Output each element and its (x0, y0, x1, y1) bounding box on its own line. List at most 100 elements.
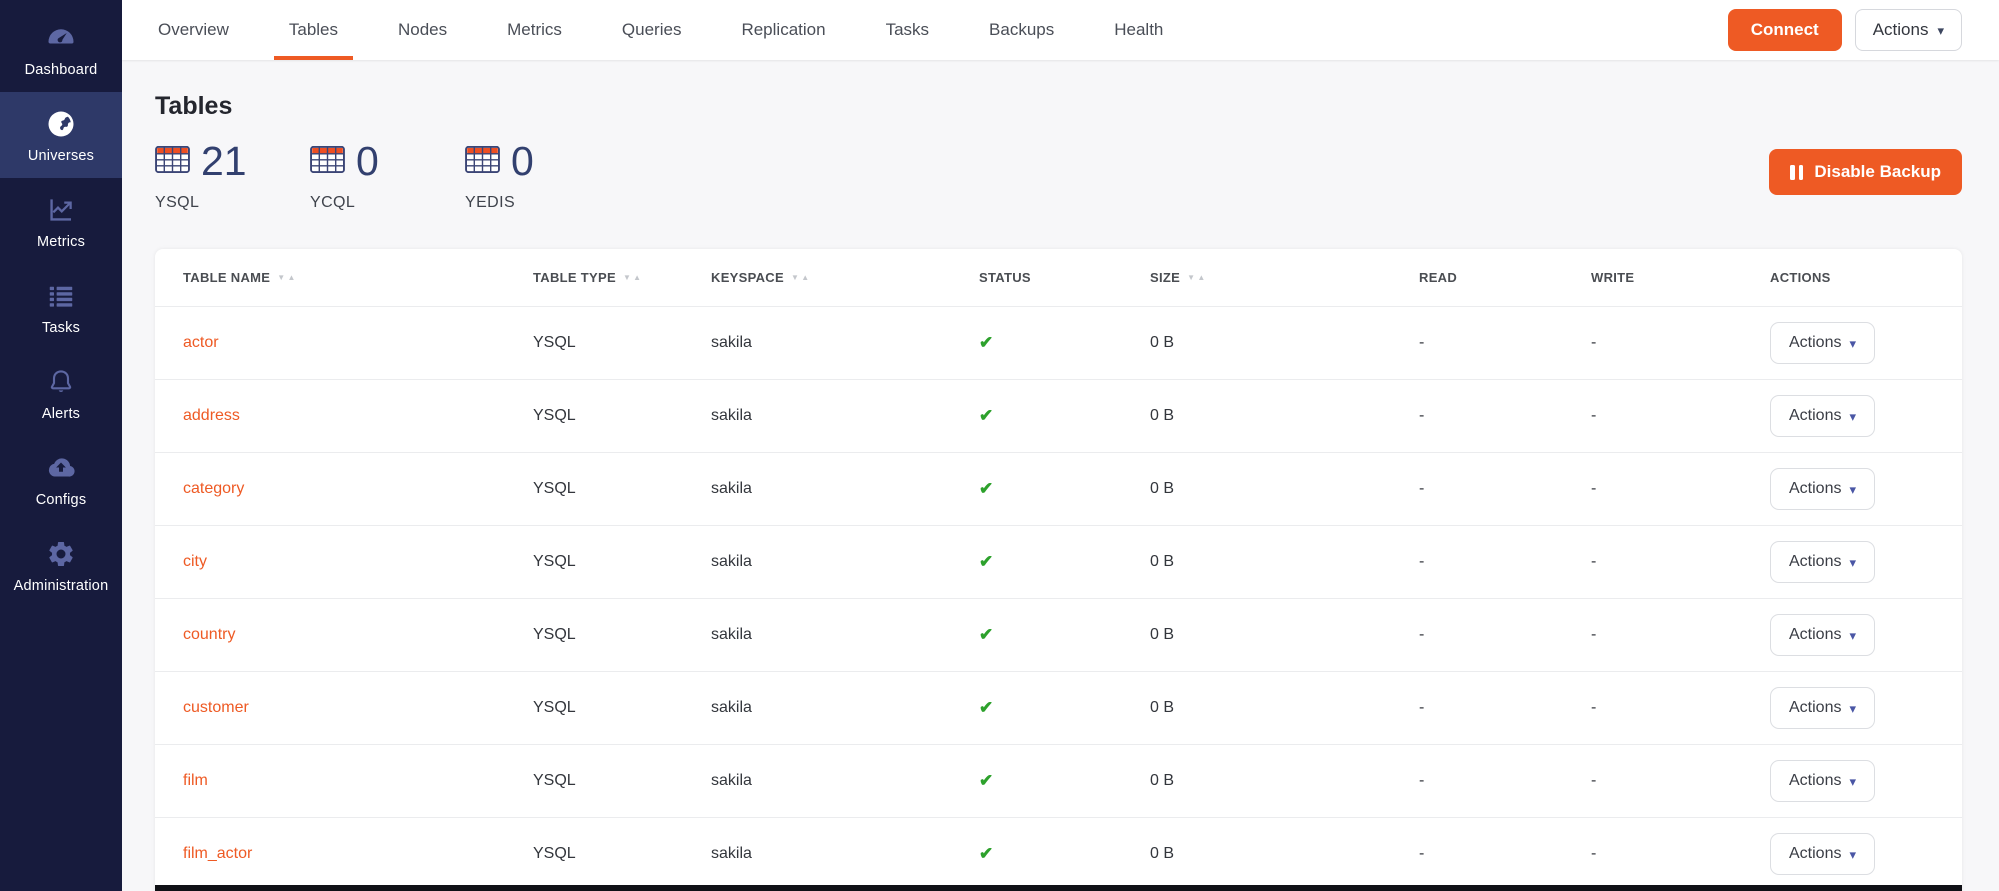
tab-tables[interactable]: Tables (286, 0, 341, 60)
size-cell: 0 B (1150, 626, 1419, 644)
table-name-link[interactable]: address (183, 407, 533, 425)
read-cell: - (1419, 407, 1591, 425)
caret-down-icon: ▾ (1849, 410, 1856, 423)
keyspace-cell: sakila (711, 480, 979, 498)
keyspace-cell: sakila (711, 845, 979, 863)
row-actions-button[interactable]: Actions ▾ (1770, 687, 1875, 729)
sidebar-item-tasks[interactable]: Tasks (0, 264, 122, 350)
sidebar-item-configs[interactable]: Configs (0, 436, 122, 522)
tab-tasks[interactable]: Tasks (883, 0, 932, 60)
row-actions-button[interactable]: Actions ▾ (1770, 760, 1875, 802)
keyspace-cell: sakila (711, 772, 979, 790)
universe-actions-label: Actions (1873, 20, 1929, 40)
stat-ycql: 0 YCQL (310, 141, 465, 212)
sidebar: Dashboard Universes Metrics Tasks Alerts… (0, 0, 122, 891)
row-actions-button[interactable]: Actions ▾ (1770, 468, 1875, 510)
caret-down-icon: ▾ (1849, 629, 1856, 642)
row-actions-button[interactable]: Actions ▾ (1770, 833, 1875, 875)
status-cell: ✔ (979, 479, 1150, 499)
column-header-label[interactable]: TABLE TYPE (533, 270, 616, 285)
row-actions-button[interactable]: Actions ▾ (1770, 395, 1875, 437)
tab-metrics[interactable]: Metrics (504, 0, 565, 60)
sidebar-item-administration[interactable]: Administration (0, 522, 122, 608)
column-header-label[interactable]: KEYSPACE (711, 270, 784, 285)
tab-backups[interactable]: Backups (986, 0, 1057, 60)
check-icon: ✔ (979, 552, 993, 571)
pause-icon (1790, 165, 1803, 180)
actions-cell: Actions ▾ (1770, 322, 1934, 364)
sidebar-item-label: Alerts (42, 406, 80, 422)
check-icon: ✔ (979, 625, 993, 644)
tables-page: Tables 21 YSQL 0 YCQL 0 YEDIS Disable Ba… (122, 60, 1999, 891)
status-cell: ✔ (979, 771, 1150, 791)
check-icon: ✔ (979, 771, 993, 790)
check-icon: ✔ (979, 698, 993, 717)
tab-overview[interactable]: Overview (155, 0, 232, 60)
column-header-label[interactable]: STATUS (979, 270, 1031, 285)
table-type-cell: YSQL (533, 553, 711, 571)
table-row: city YSQL sakila ✔ 0 B - - Actions ▾ (155, 525, 1962, 598)
status-cell: ✔ (979, 698, 1150, 718)
actions-cell: Actions ▾ (1770, 833, 1934, 875)
table-name-link[interactable]: film_actor (183, 845, 533, 863)
disable-backup-button[interactable]: Disable Backup (1769, 149, 1962, 195)
row-actions-button[interactable]: Actions ▾ (1770, 614, 1875, 656)
tab-queries[interactable]: Queries (619, 0, 685, 60)
sidebar-item-alerts[interactable]: Alerts (0, 350, 122, 436)
sidebar-item-dashboard[interactable]: Dashboard (0, 6, 122, 92)
sort-arrows-icon[interactable]: ▼▲ (623, 274, 641, 282)
size-cell: 0 B (1150, 407, 1419, 425)
connect-button[interactable]: Connect (1728, 9, 1842, 51)
tab-health[interactable]: Health (1111, 0, 1166, 60)
top-navigation: Overview Tables Nodes Metrics Queries Replica… (122, 0, 1999, 60)
size-cell: 0 B (1150, 334, 1419, 352)
bell-icon (45, 366, 77, 398)
size-cell: 0 B (1150, 772, 1419, 790)
table-type-cell: YSQL (533, 845, 711, 863)
status-cell: ✔ (979, 406, 1150, 426)
universe-tabs: Overview Tables Nodes Metrics Queries Replica… (155, 0, 1166, 60)
table-name-link[interactable]: actor (183, 334, 533, 352)
write-cell: - (1591, 553, 1770, 571)
column-header-label[interactable]: WRITE (1591, 270, 1634, 285)
sort-arrows-icon[interactable]: ▼▲ (791, 274, 809, 282)
table-type-cell: YSQL (533, 772, 711, 790)
sidebar-item-metrics[interactable]: Metrics (0, 178, 122, 264)
sort-arrows-icon[interactable]: ▼▲ (1187, 274, 1205, 282)
caret-down-icon: ▾ (1849, 483, 1856, 496)
check-icon: ✔ (979, 479, 993, 498)
tab-nodes[interactable]: Nodes (395, 0, 450, 60)
write-cell: - (1591, 334, 1770, 352)
column-header-size: SIZE ▼▲ (1150, 270, 1419, 285)
universe-actions-button[interactable]: Actions ▾ (1855, 9, 1962, 51)
column-header-label[interactable]: READ (1419, 270, 1457, 285)
status-cell: ✔ (979, 333, 1150, 353)
cloud-upload-icon (45, 452, 77, 484)
actions-cell: Actions ▾ (1770, 760, 1934, 802)
read-cell: - (1419, 845, 1591, 863)
table-row: actor YSQL sakila ✔ 0 B - - Actions ▾ (155, 306, 1962, 379)
chart-line-icon (45, 194, 77, 226)
column-header-keyspace: KEYSPACE ▼▲ (711, 270, 979, 285)
sort-arrows-icon[interactable]: ▼▲ (277, 274, 295, 282)
read-cell: - (1419, 626, 1591, 644)
table-type-cell: YSQL (533, 699, 711, 717)
table-name-link[interactable]: customer (183, 699, 533, 717)
column-header-label[interactable]: ACTIONS (1770, 270, 1831, 285)
tab-replication[interactable]: Replication (738, 0, 828, 60)
main-area: Overview Tables Nodes Metrics Queries Replica… (122, 0, 1999, 891)
write-cell: - (1591, 626, 1770, 644)
table-body: actor YSQL sakila ✔ 0 B - - Actions ▾ ad… (155, 306, 1962, 890)
table-name-link[interactable]: city (183, 553, 533, 571)
row-actions-button[interactable]: Actions ▾ (1770, 322, 1875, 364)
stat-api-label: YCQL (310, 194, 465, 212)
table-name-link[interactable]: film (183, 772, 533, 790)
row-actions-button[interactable]: Actions ▾ (1770, 541, 1875, 583)
table-name-link[interactable]: country (183, 626, 533, 644)
disable-backup-label: Disable Backup (1814, 162, 1941, 182)
column-header-label[interactable]: TABLE NAME (183, 270, 270, 285)
sidebar-item-universes[interactable]: Universes (0, 92, 122, 178)
column-header-label[interactable]: SIZE (1150, 270, 1180, 285)
table-name-link[interactable]: category (183, 480, 533, 498)
table-header-row: TABLE NAME ▼▲ TABLE TYPE ▼▲ KEYSPACE ▼▲ … (155, 249, 1962, 306)
